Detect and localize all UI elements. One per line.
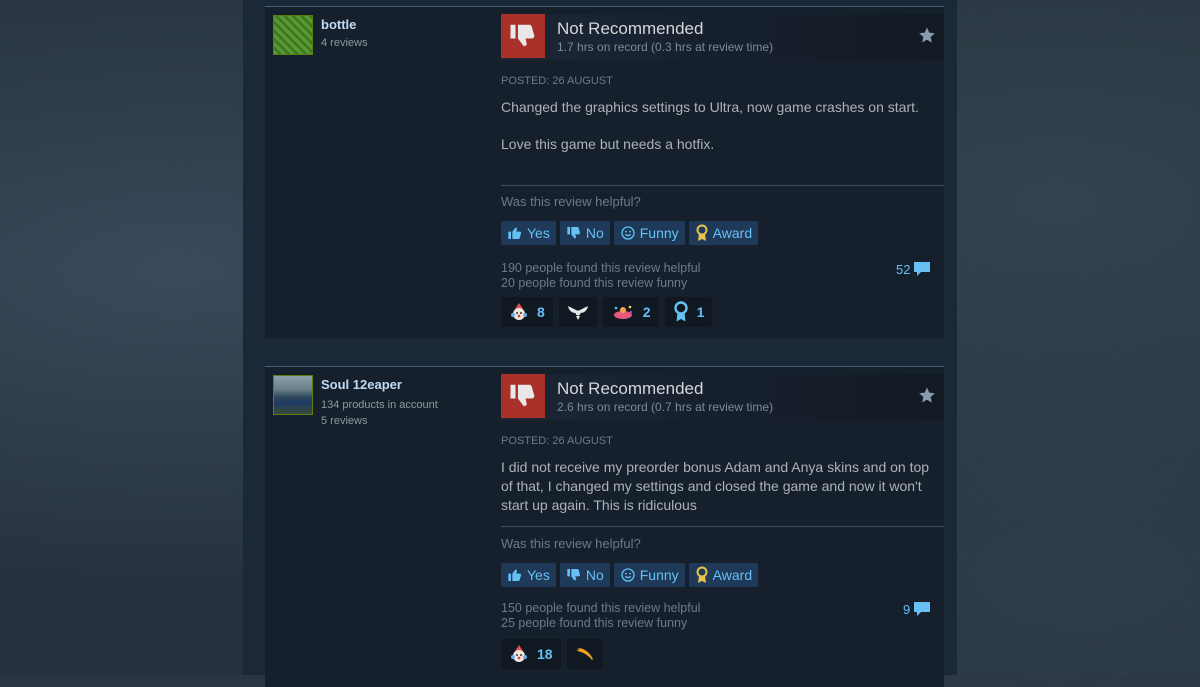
review-card: Soul 12eaper 134 products in account 5 r…	[265, 366, 944, 687]
award-ribbon[interactable]: 1	[664, 297, 713, 327]
star-icon[interactable]	[918, 26, 936, 49]
review-card: bottle 4 reviews Not Recommended 1.7 hrs…	[265, 6, 944, 338]
award-wings[interactable]	[558, 297, 597, 327]
comments-link[interactable]: 52	[896, 261, 931, 277]
posted-date: POSTED: 26 AUGUST	[501, 435, 613, 447]
award-clown[interactable]: 18	[501, 639, 561, 669]
yes-button[interactable]: Yes	[501, 563, 556, 587]
no-label: No	[585, 225, 604, 241]
comments-link[interactable]: 9	[903, 601, 931, 617]
funny-button[interactable]: Funny	[613, 563, 685, 587]
author-products-count[interactable]: 134 products in account	[321, 399, 438, 411]
funny-count: 20 people found this review funny	[501, 276, 688, 290]
comment-count: 9	[903, 601, 911, 617]
review-paragraph: Love this game but needs a hotfix.	[501, 136, 715, 152]
award-ribbon-icon	[696, 224, 708, 241]
comment-bubble-icon	[914, 262, 931, 276]
review-body: I did not receive my preorder bonus Adam…	[501, 458, 931, 515]
comment-bubble-icon	[914, 602, 931, 616]
comment-count: 52	[896, 261, 911, 277]
party-award-icon	[613, 305, 632, 319]
clown-award-icon	[511, 303, 527, 320]
vote-header[interactable]: Not Recommended 2.6 hrs on record (0.7 h…	[501, 374, 944, 420]
author-name[interactable]: Soul 12eaper	[321, 377, 402, 392]
posted-date: POSTED: 26 AUGUST	[501, 75, 613, 87]
award-button[interactable]: Award	[688, 221, 759, 245]
funny-label: Funny	[639, 567, 679, 583]
thumbs-down-icon	[567, 569, 580, 581]
avatar[interactable]	[273, 375, 313, 415]
no-button[interactable]: No	[559, 221, 610, 245]
helpful-count: 190 people found this review helpful	[501, 261, 701, 275]
thumbs-up-icon	[508, 227, 522, 239]
helpful-count: 150 people found this review helpful	[501, 601, 701, 615]
review-paragraph: Changed the graphics settings to Ultra, …	[501, 99, 919, 115]
author-review-count[interactable]: 5 reviews	[321, 415, 367, 427]
review-paragraph: I did not receive my preorder bonus Adam…	[501, 459, 930, 513]
award-button[interactable]: Award	[688, 563, 759, 587]
award-count: 1	[696, 304, 705, 320]
no-button[interactable]: No	[559, 563, 610, 587]
awards-row: 18	[501, 639, 603, 669]
vote-header[interactable]: Not Recommended 1.7 hrs on record (0.3 h…	[501, 14, 944, 60]
yes-label: Yes	[527, 567, 550, 583]
yes-label: Yes	[527, 225, 550, 241]
verdict-title: Not Recommended	[557, 379, 704, 398]
rating-buttons: Yes No Funny Award	[501, 563, 759, 587]
divider	[501, 526, 944, 527]
award-count: 2	[642, 304, 651, 320]
award-banana[interactable]	[566, 639, 603, 669]
award-label: Award	[712, 225, 753, 241]
helpful-question: Was this review helpful?	[501, 194, 641, 209]
award-count: 18	[537, 646, 553, 662]
review-stats: 190 people found this review helpful 20 …	[501, 261, 700, 291]
award-label: Award	[712, 567, 753, 583]
funny-count: 25 people found this review funny	[501, 616, 688, 630]
yes-button[interactable]: Yes	[501, 221, 556, 245]
verdict-title: Not Recommended	[557, 19, 704, 38]
star-icon[interactable]	[918, 386, 936, 409]
funny-label: Funny	[639, 225, 679, 241]
author-review-count[interactable]: 4 reviews	[321, 37, 367, 49]
smiley-icon	[621, 568, 635, 582]
wings-award-icon	[567, 306, 588, 320]
rating-buttons: Yes No Funny Award	[501, 221, 759, 245]
helpful-question: Was this review helpful?	[501, 536, 641, 551]
award-clown[interactable]: 8	[501, 297, 553, 327]
author-name[interactable]: bottle	[321, 17, 356, 32]
award-party[interactable]: 2	[602, 297, 659, 327]
no-label: No	[585, 567, 604, 583]
review-stats: 150 people found this review helpful 25 …	[501, 601, 700, 631]
hours-on-record: 2.6 hrs on record (0.7 hrs at review tim…	[557, 400, 774, 414]
awards-row: 8 2 1	[501, 297, 713, 327]
award-ribbon-icon	[696, 566, 708, 583]
banana-award-icon	[575, 647, 593, 660]
hours-on-record: 1.7 hrs on record (0.3 hrs at review tim…	[557, 40, 774, 54]
avatar[interactable]	[273, 15, 313, 55]
divider	[501, 185, 944, 186]
review-body: Changed the graphics settings to Ultra, …	[501, 98, 931, 154]
clown-award-icon	[511, 645, 527, 662]
thumbs-down-icon	[567, 227, 580, 239]
ribbon-award-icon	[673, 301, 688, 322]
thumbs-down-icon	[501, 374, 545, 418]
thumbs-down-icon	[501, 14, 545, 58]
award-count: 8	[537, 304, 545, 320]
funny-button[interactable]: Funny	[613, 221, 685, 245]
smiley-icon	[621, 226, 635, 240]
thumbs-up-icon	[508, 569, 522, 581]
